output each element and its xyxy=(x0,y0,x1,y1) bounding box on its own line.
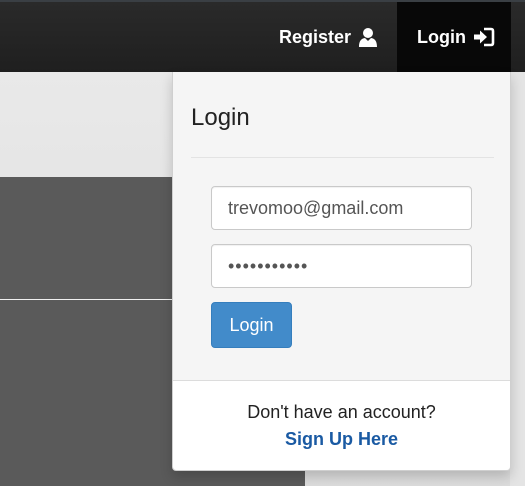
nav-login-label: Login xyxy=(417,26,466,47)
nav-register-label: Register xyxy=(279,26,352,47)
signup-footer: Don't have an account? Sign Up Here xyxy=(173,381,510,470)
nav-login-link[interactable]: Login xyxy=(397,2,511,72)
user-icon xyxy=(358,27,378,47)
page: Register Login Login Login xyxy=(0,0,525,486)
login-submit-button[interactable]: Login xyxy=(211,302,292,348)
email-field[interactable] xyxy=(211,186,472,230)
top-navbar: Register Login xyxy=(0,0,525,72)
nav-register-link[interactable]: Register xyxy=(279,2,378,72)
panel-divider xyxy=(191,157,494,158)
login-panel-title: Login xyxy=(191,104,250,131)
background-right-strip xyxy=(510,72,525,486)
login-dropdown: Login Login Don't have an account? Sign … xyxy=(172,72,511,471)
signup-link[interactable]: Sign Up Here xyxy=(173,429,510,450)
password-field[interactable] xyxy=(211,244,472,288)
sign-in-icon xyxy=(473,27,495,47)
signup-prompt: Don't have an account? xyxy=(247,402,436,422)
